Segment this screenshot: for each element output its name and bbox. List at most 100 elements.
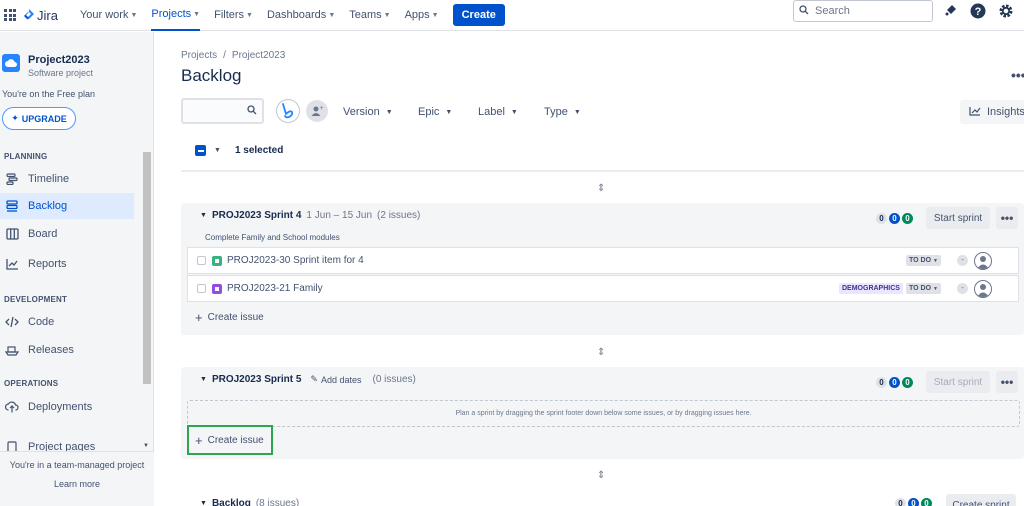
sprint-more-icon[interactable]: •••	[996, 207, 1018, 229]
chevron-down-icon: ▼	[383, 11, 391, 19]
create-sprint-button[interactable]: Create sprint	[946, 494, 1016, 506]
search-icon	[247, 105, 257, 118]
story-icon	[212, 255, 222, 266]
notifications-icon[interactable]	[942, 3, 958, 19]
start-sprint-button[interactable]: Start sprint	[926, 207, 990, 229]
chevron-down-icon: ▼	[573, 108, 581, 116]
jira-logo[interactable]: Jira	[24, 8, 58, 23]
learn-more-link[interactable]: Learn more	[0, 479, 154, 489]
chevron-down-icon: ▼	[193, 10, 201, 18]
sidebar-item-board[interactable]: Board	[0, 221, 134, 247]
nav-dashboards[interactable]: Dashboards ▼	[267, 0, 335, 31]
epic-label[interactable]: DEMOGRAPHICS	[839, 283, 903, 294]
nav-your-work[interactable]: Your work ▼	[80, 0, 137, 31]
filter-epic-dropdown[interactable]: Epic ▼	[418, 106, 452, 118]
done-count: 0	[902, 377, 913, 388]
user-avatar[interactable]	[276, 99, 300, 123]
drag-handle-icon[interactable]: ⇕	[597, 347, 605, 358]
chevron-down-icon: ▼	[510, 108, 518, 116]
nav-filters[interactable]: Filters ▼	[214, 0, 253, 31]
done-count: 0	[921, 498, 932, 506]
in-progress-count: 0	[889, 377, 900, 388]
chevron-down-icon[interactable]: ▼	[200, 212, 207, 219]
sidebar-item-backlog[interactable]: Backlog	[0, 193, 134, 219]
backlog-header[interactable]: ▼ Backlog (8 issues)	[200, 498, 299, 506]
select-all-checkbox[interactable]	[195, 145, 206, 156]
story-points[interactable]: -	[957, 255, 968, 266]
sidebar-scrollbar-thumb[interactable]	[143, 152, 151, 384]
project-header[interactable]: Project2023 Software project	[2, 54, 93, 78]
filter-label-dropdown[interactable]: Label ▼	[478, 106, 518, 118]
insights-button[interactable]: Insights	[960, 100, 1024, 124]
unassigned-avatar-icon[interactable]	[974, 251, 992, 270]
reports-icon	[5, 257, 19, 271]
app-name: Jira	[37, 7, 58, 23]
issue-title: PROJ2023-21 Family	[227, 283, 323, 294]
filter-version-dropdown[interactable]: Version ▼	[343, 106, 393, 118]
backlog-issue-count: (8 issues)	[255, 498, 300, 506]
drag-handle-icon[interactable]: ⇕	[597, 470, 605, 481]
breadcrumb-projects[interactable]: Projects	[181, 50, 217, 61]
more-actions-icon[interactable]: •••	[1011, 67, 1024, 85]
sidebar-item-reports[interactable]: Reports	[0, 251, 134, 277]
deployments-cloud-icon	[5, 400, 19, 414]
unassigned-avatar-icon[interactable]	[974, 279, 992, 298]
chevron-down-icon[interactable]: ▼	[200, 500, 207, 506]
sidebar-item-releases[interactable]: Releases	[0, 337, 134, 363]
breadcrumb-project[interactable]: Project2023	[232, 50, 285, 61]
sprint-4-header[interactable]: ▼ PROJ2023 Sprint 4 1 Jun – 15 Jun (2 is…	[200, 210, 420, 221]
search-input[interactable]: Search	[793, 0, 933, 22]
sprint-more-icon[interactable]: •••	[996, 371, 1018, 393]
filter-type-dropdown[interactable]: Type ▼	[544, 106, 581, 118]
sprint-5-container: ▼ PROJ2023 Sprint 5 ✎ Add dates (0 issue…	[181, 367, 1024, 459]
help-icon[interactable]: ?	[970, 3, 986, 19]
nav-projects[interactable]: Projects ▼	[151, 0, 201, 31]
sprint-4-container: ▼ PROJ2023 Sprint 4 1 Jun – 15 Jun (2 is…	[181, 203, 1024, 335]
sparkle-icon: ✦	[11, 113, 19, 123]
top-navigation: Jira Your work ▼ Projects ▼ Filters ▼ Dashb…	[0, 0, 1024, 31]
chevron-down-icon[interactable]: ▼	[200, 376, 207, 383]
nav-teams[interactable]: Teams ▼	[349, 0, 390, 31]
story-points[interactable]: -	[957, 283, 968, 294]
issue-row[interactable]: PROJ2023-30 Sprint item for 4 TO DO ▼ -	[187, 247, 1019, 274]
todo-count: 0	[876, 377, 887, 388]
settings-gear-icon[interactable]	[998, 3, 1014, 19]
todo-count: 0	[876, 213, 887, 224]
insights-chart-icon	[969, 106, 981, 119]
create-button[interactable]: Create	[452, 4, 505, 26]
section-operations: OPERATIONS	[4, 379, 59, 388]
sidebar-footer: You're in a team-managed project Learn m…	[0, 451, 154, 506]
sidebar-item-timeline[interactable]: Timeline	[0, 166, 134, 192]
sidebar-item-code[interactable]: Code	[0, 309, 134, 335]
drag-handle-icon[interactable]: ⇕	[597, 183, 605, 194]
sprint-drop-zone[interactable]: Plan a sprint by dragging the sprint foo…	[187, 400, 1020, 427]
issue-row[interactable]: PROJ2023-21 Family DEMOGRAPHICS TO DO ▼ -	[187, 275, 1019, 302]
scroll-down-arrow-icon[interactable]: ▼	[143, 443, 149, 449]
sprint-dates: 1 Jun – 15 Jun	[306, 210, 373, 221]
upgrade-button[interactable]: ✦ UPGRADE	[2, 107, 76, 130]
create-issue-button[interactable]: + Create issue	[195, 310, 264, 325]
status-dropdown[interactable]: TO DO ▼	[906, 255, 941, 266]
divider	[181, 170, 1024, 172]
chevron-down-icon[interactable]: ▼	[214, 147, 221, 154]
issue-checkbox[interactable]	[197, 256, 206, 265]
timeline-icon	[5, 172, 19, 186]
start-sprint-button[interactable]: Start sprint	[926, 371, 990, 393]
code-icon	[5, 315, 19, 329]
chevron-down-icon: ▼	[933, 285, 938, 292]
nav-apps[interactable]: Apps ▼	[405, 0, 439, 31]
task-icon	[212, 283, 222, 294]
status-dropdown[interactable]: TO DO ▼	[906, 283, 941, 294]
backlog-container: ▼ Backlog (8 issues) 0 0 0 Create sprint	[181, 492, 1024, 506]
sprint-5-header[interactable]: ▼ PROJ2023 Sprint 5 ✎ Add dates (0 issue…	[200, 374, 416, 385]
app-switcher-icon[interactable]	[4, 9, 16, 21]
add-people-icon[interactable]: +	[306, 100, 328, 122]
sidebar-item-deployments[interactable]: Deployments	[0, 394, 134, 420]
done-count: 0	[902, 213, 913, 224]
issue-checkbox[interactable]	[197, 284, 206, 293]
selection-row: ▼ 1 selected	[195, 145, 283, 156]
project-type: Software project	[28, 68, 94, 78]
page-title: Backlog	[181, 66, 242, 85]
add-dates-button[interactable]: ✎ Add dates	[310, 374, 361, 385]
backlog-search-input[interactable]	[181, 98, 264, 124]
